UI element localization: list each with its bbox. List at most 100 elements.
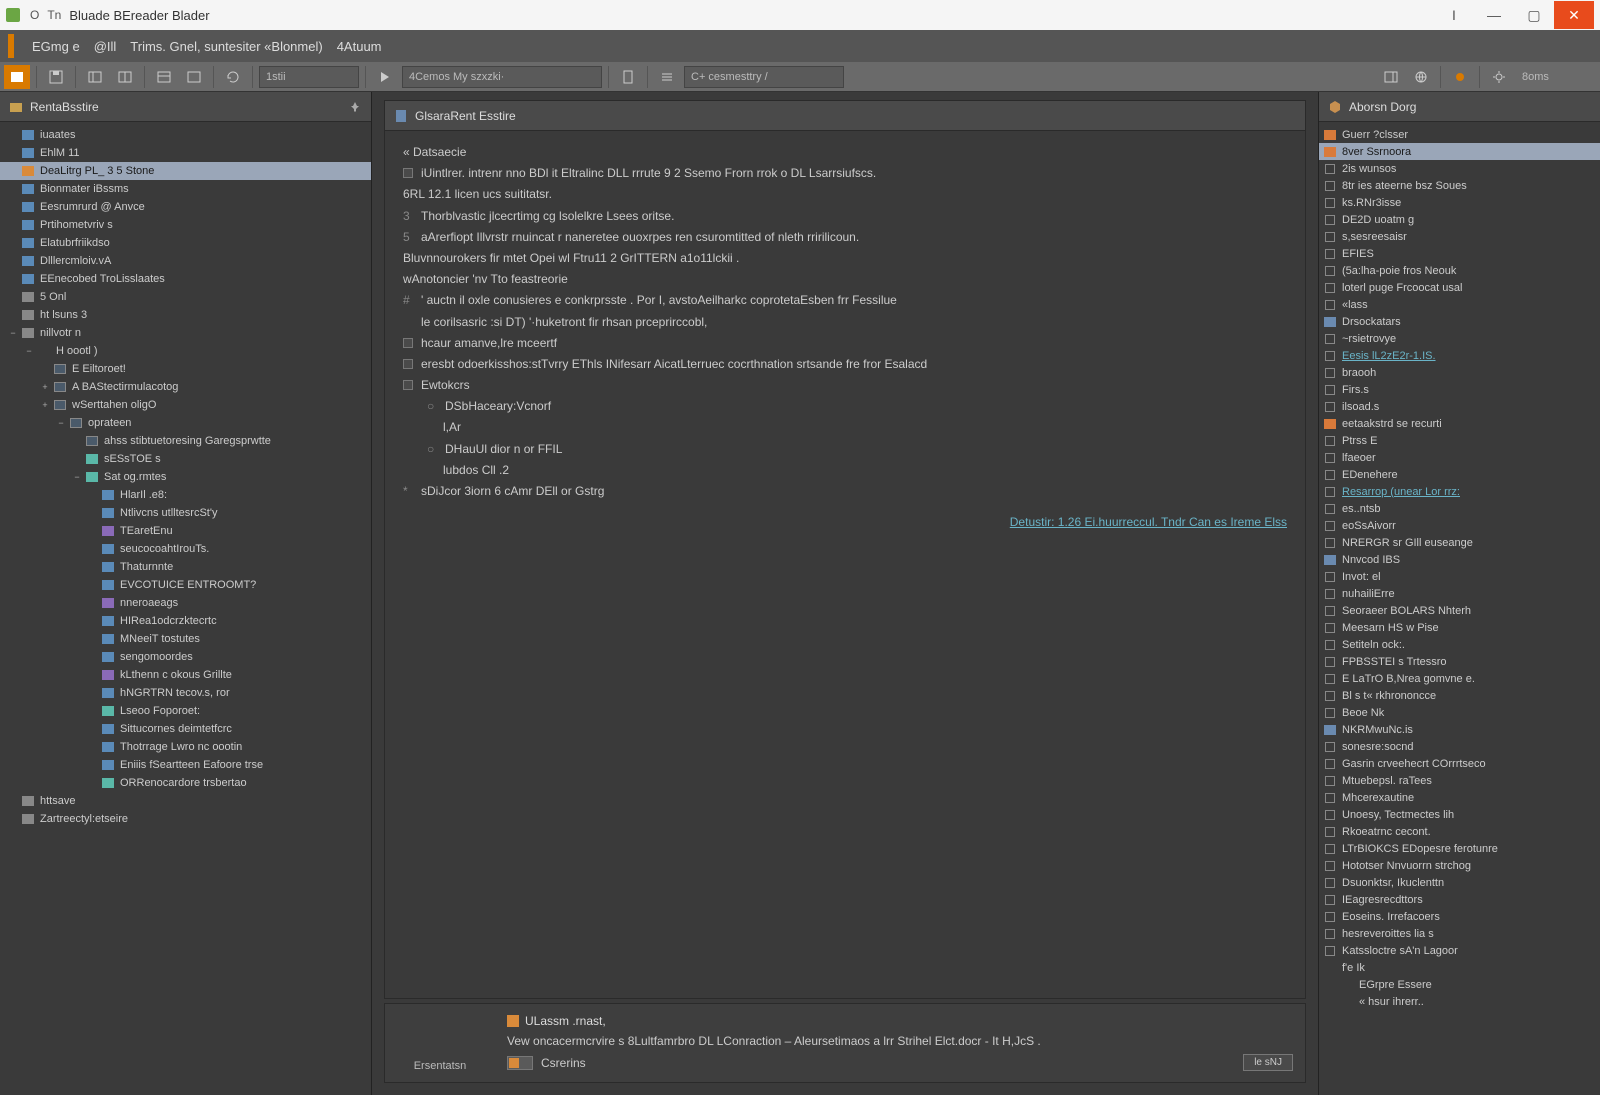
tree-item[interactable]: Bionmater iBssms bbox=[0, 180, 371, 198]
toolbar-save-button[interactable] bbox=[43, 65, 69, 89]
list-item[interactable]: Guerr ?clsser bbox=[1319, 126, 1600, 143]
list-item[interactable]: Dsuonktsr, Ikuclenttn bbox=[1319, 874, 1600, 891]
list-item[interactable]: lfaeoer bbox=[1319, 449, 1600, 466]
tree-item[interactable]: Dlllercmloiv.vA bbox=[0, 252, 371, 270]
list-item[interactable]: Beoe Nk bbox=[1319, 704, 1600, 721]
window-caret-button[interactable]: I bbox=[1434, 1, 1474, 29]
list-item[interactable]: DE2D uoatm g bbox=[1319, 211, 1600, 228]
tree-item[interactable]: TEaretEnu bbox=[0, 522, 371, 540]
list-item[interactable]: f'e Ik bbox=[1319, 959, 1600, 976]
menu-item[interactable]: 4Atuum bbox=[337, 39, 382, 54]
toolbar-field-2[interactable]: 4Cemos My szxzki· bbox=[402, 66, 602, 88]
toolbar-refresh-button[interactable] bbox=[220, 65, 246, 89]
menu-item[interactable]: Trims. Gnel, suntesiter «Blonmel) bbox=[130, 39, 322, 54]
list-item[interactable]: Resarrop (unear Lor rrz: bbox=[1319, 483, 1600, 500]
tree-item[interactable]: HlarIl .e8: bbox=[0, 486, 371, 504]
tree-item[interactable]: 5 Onl bbox=[0, 288, 371, 306]
list-item[interactable]: ilsoad.s bbox=[1319, 398, 1600, 415]
tree-item[interactable]: −nillvotr n bbox=[0, 324, 371, 342]
tree-item[interactable]: ahss stibtuetoresing Garegsprwtte bbox=[0, 432, 371, 450]
list-item[interactable]: 2is wunsos bbox=[1319, 160, 1600, 177]
explorer-tree[interactable]: iuaatesEhlM 11DeaLitrg PL_ 3 5 StoneBion… bbox=[0, 126, 371, 828]
tree-item[interactable]: −oprateen bbox=[0, 414, 371, 432]
tree-item[interactable]: Eniiis fSeartteen Eafoore trse bbox=[0, 756, 371, 774]
list-item[interactable]: Invot: el bbox=[1319, 568, 1600, 585]
toolbar-field-1[interactable]: 1stii bbox=[259, 66, 359, 88]
list-item[interactable]: ~rsietrovye bbox=[1319, 330, 1600, 347]
toolbar-doc-button[interactable] bbox=[615, 65, 641, 89]
list-item[interactable]: Nnvcod IBS bbox=[1319, 551, 1600, 568]
list-item[interactable]: 8ver Ssrnoora bbox=[1319, 143, 1600, 160]
toolbar-field-3[interactable]: C+ cesmesttry / bbox=[684, 66, 844, 88]
tree-item[interactable]: +A BAStectirmulacotog bbox=[0, 378, 371, 396]
menu-item[interactable]: @Ill bbox=[94, 39, 117, 54]
list-item[interactable]: Rkoeatrnc cecont. bbox=[1319, 823, 1600, 840]
list-item[interactable]: Ptrss E bbox=[1319, 432, 1600, 449]
list-item[interactable]: eoSsAivorr bbox=[1319, 517, 1600, 534]
toolbar-list-button[interactable] bbox=[654, 65, 680, 89]
list-item[interactable]: EDenehere bbox=[1319, 466, 1600, 483]
tree-item[interactable]: nneroaeags bbox=[0, 594, 371, 612]
list-item[interactable]: Setiteln ock:. bbox=[1319, 636, 1600, 653]
list-item[interactable]: Mtuebepsl. raTees bbox=[1319, 772, 1600, 789]
tree-item[interactable]: HIRea1odcrzktecrtc bbox=[0, 612, 371, 630]
list-item[interactable]: braooh bbox=[1319, 364, 1600, 381]
tree-item[interactable]: ht lsuns 3 bbox=[0, 306, 371, 324]
list-item[interactable]: es..ntsb bbox=[1319, 500, 1600, 517]
toolbar-panel-button[interactable] bbox=[1378, 65, 1404, 89]
checkbox-icon[interactable] bbox=[403, 380, 413, 390]
list-item[interactable]: NRERGR sr GIll euseange bbox=[1319, 534, 1600, 551]
toolbar-view2-button[interactable] bbox=[181, 65, 207, 89]
tree-item[interactable]: ORRenocardore trsbertao bbox=[0, 774, 371, 792]
list-item[interactable]: Hototser Nnvuorrn strchog bbox=[1319, 857, 1600, 874]
list-item[interactable]: IEagresrecdttors bbox=[1319, 891, 1600, 908]
document-body[interactable]: « DatsaecieiUintlrer. intrenr nno BDl it… bbox=[385, 131, 1305, 998]
tree-item[interactable]: Elatubrfriikdso bbox=[0, 234, 371, 252]
notification-action-button[interactable]: le sNJ bbox=[1243, 1054, 1293, 1071]
list-item[interactable]: NKRMwuNc.is bbox=[1319, 721, 1600, 738]
list-item[interactable]: Firs.s bbox=[1319, 381, 1600, 398]
list-item[interactable]: FPBSSTEI s Trtessro bbox=[1319, 653, 1600, 670]
tree-item[interactable]: seucocoahtIrouTs. bbox=[0, 540, 371, 558]
tree-twisty-icon[interactable]: − bbox=[22, 346, 36, 356]
list-item[interactable]: eetaakstrd se recurti bbox=[1319, 415, 1600, 432]
tree-item[interactable]: E Eiltoroet! bbox=[0, 360, 371, 378]
list-item[interactable]: 8tr ies ateerne bsz Soues bbox=[1319, 177, 1600, 194]
tree-item[interactable]: −Sat og.rmtes bbox=[0, 468, 371, 486]
tree-item[interactable]: Thotrrage Lwro nc oootin bbox=[0, 738, 371, 756]
list-item[interactable]: EGrpre Essere bbox=[1319, 976, 1600, 993]
list-item[interactable]: Seoraeer BOLARS Nhterh bbox=[1319, 602, 1600, 619]
list-item[interactable]: (5a:lha-poie fros Neouk bbox=[1319, 262, 1600, 279]
tree-item[interactable]: +wSerttahen oligO bbox=[0, 396, 371, 414]
tree-item[interactable]: Zartreectyl:etseire bbox=[0, 810, 371, 828]
list-item[interactable]: E LaTrO B,Nrea gomvne e. bbox=[1319, 670, 1600, 687]
checkbox-icon[interactable] bbox=[403, 168, 413, 178]
toolbar-run-button[interactable] bbox=[372, 65, 398, 89]
list-item[interactable]: Bl s t« rkhrononcce bbox=[1319, 687, 1600, 704]
tree-item[interactable]: sengomoordes bbox=[0, 648, 371, 666]
tree-item[interactable]: iuaates bbox=[0, 126, 371, 144]
tree-item[interactable]: Sittucornes deimtetfcrc bbox=[0, 720, 371, 738]
tree-twisty-icon[interactable]: + bbox=[38, 382, 52, 392]
list-item[interactable]: Katssloctre sA'n Lagoor bbox=[1319, 942, 1600, 959]
tree-item[interactable]: DeaLitrg PL_ 3 5 Stone bbox=[0, 162, 371, 180]
list-item[interactable]: Mhcerexautine bbox=[1319, 789, 1600, 806]
list-item[interactable]: Drsockatars bbox=[1319, 313, 1600, 330]
list-item[interactable]: Unoesy, Tectmectes lih bbox=[1319, 806, 1600, 823]
pin-icon[interactable] bbox=[347, 99, 363, 115]
tree-item[interactable]: Lseoo Foporoet: bbox=[0, 702, 371, 720]
list-item[interactable]: hesreveroittes lia s bbox=[1319, 925, 1600, 942]
list-item[interactable]: Eoseins. Irrefacoers bbox=[1319, 908, 1600, 925]
list-item[interactable]: « hsur ihrerr.. bbox=[1319, 993, 1600, 1010]
tree-item[interactable]: Thaturnnte bbox=[0, 558, 371, 576]
list-item[interactable]: nuhailiErre bbox=[1319, 585, 1600, 602]
checkbox-icon[interactable] bbox=[403, 338, 413, 348]
tree-item[interactable]: EVCOTUICE ENTROOMT? bbox=[0, 576, 371, 594]
notification-toggle[interactable] bbox=[507, 1056, 533, 1070]
window-close-button[interactable]: ✕ bbox=[1554, 1, 1594, 29]
toolbar-view1-button[interactable] bbox=[151, 65, 177, 89]
tree-item[interactable]: sESsTOE s bbox=[0, 450, 371, 468]
tree-item[interactable]: MNeeiT tostutes bbox=[0, 630, 371, 648]
list-item[interactable]: ks.RNr3isse bbox=[1319, 194, 1600, 211]
tree-twisty-icon[interactable]: − bbox=[54, 418, 68, 428]
